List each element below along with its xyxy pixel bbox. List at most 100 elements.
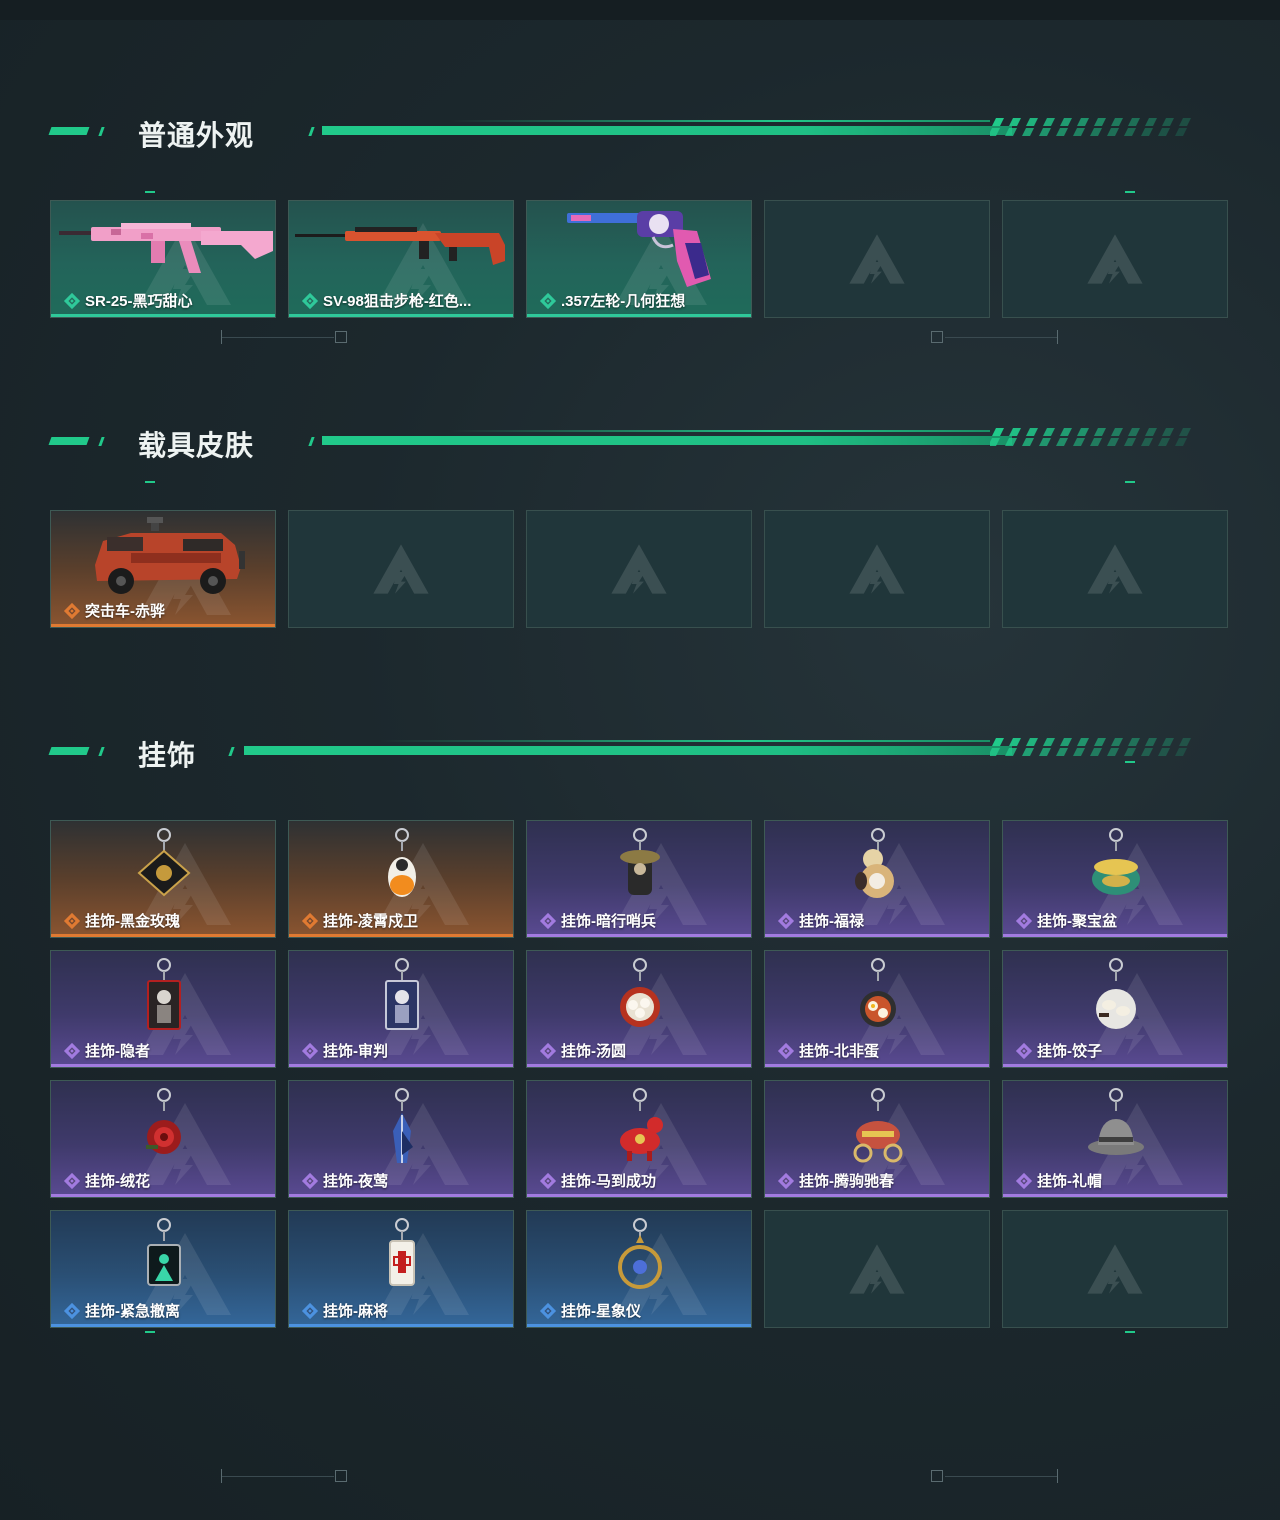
tangyuan-charm-icon [620,958,660,1027]
deco-dash [1125,481,1135,483]
item-label: 挂饰-审判 [301,1040,388,1061]
item-name: 挂饰-礼帽 [1037,1173,1102,1190]
item-label: 挂饰-黑金玫瑰 [63,910,180,931]
empty-slot[interactable] [526,510,752,628]
empty-slot[interactable] [288,510,514,628]
item-name: 挂饰-夜莺 [323,1173,388,1190]
logo-watermark-icon [1087,1244,1143,1294]
deco-line [222,337,334,338]
empty-slot[interactable] [764,510,990,628]
item-card[interactable]: 挂饰-星象仪 [526,1210,752,1328]
item-label: SV-98狙击步枪-红色... [301,290,471,311]
item-card[interactable]: 挂饰-礼帽 [1002,1080,1228,1198]
empty-slot[interactable] [764,1210,990,1328]
header-accent [450,430,990,432]
rarity-icon [301,1042,319,1059]
item-label: 挂饰-绒花 [63,1170,150,1191]
item-label: 挂饰-汤圆 [539,1040,626,1061]
header-bar [322,436,1012,445]
rarity-bar [527,1064,751,1067]
black-gold-rose-charm-icon [137,828,191,897]
deco-dash [1125,191,1135,193]
item-card[interactable]: .357左轮-几何狂想 [526,200,752,318]
item-card[interactable]: 挂饰-绒花 [50,1080,276,1198]
rarity-icon [539,1042,557,1059]
rarity-icon [63,1302,81,1319]
astrolabe-charm-icon [618,1218,662,1289]
rarity-bar [765,1194,989,1197]
section-title: 普通外观 [138,120,255,151]
item-card[interactable]: 挂饰-福禄 [764,820,990,938]
shakshuka-charm-icon [860,958,896,1027]
hermit-card-charm-icon [147,958,181,1030]
item-label: SR-25-黑巧甜心 [63,290,193,311]
item-card[interactable]: 挂饰-暗行哨兵 [526,820,752,938]
rarity-icon [539,912,557,929]
item-card[interactable]: 挂饰-汤圆 [526,950,752,1068]
top-bar [0,0,1280,20]
rarity-icon [539,1172,557,1189]
deco-tick [221,330,222,344]
item-card[interactable]: 挂饰-腾驹驰春 [764,1080,990,1198]
rarity-bar [51,1064,275,1067]
item-label: 挂饰-紧急撤离 [63,1300,180,1321]
section-title: 挂饰 [138,740,197,771]
item-card[interactable]: 挂饰-麻将 [288,1210,514,1328]
item-name: 挂饰-隐者 [85,1043,150,1060]
item-card[interactable]: 挂饰-夜莺 [288,1080,514,1198]
rarity-bar [765,934,989,937]
item-name: 挂饰-北非蛋 [799,1043,879,1060]
empty-slot[interactable] [1002,200,1228,318]
rarity-bar [289,934,513,937]
velvet-flower-charm-icon [146,1088,181,1154]
pink-rifle-icon [59,223,273,273]
rarity-icon [777,912,795,929]
rarity-bar [1003,1194,1227,1197]
empty-slot[interactable] [1002,510,1228,628]
empty-slot[interactable] [764,200,990,318]
empty-slot[interactable] [1002,1210,1228,1328]
item-label: .357左轮-几何狂想 [539,290,685,311]
item-card[interactable]: SV-98狙击步枪-红色... [288,200,514,318]
item-card[interactable]: 挂饰-黑金玫瑰 [50,820,276,938]
rarity-bar [51,314,275,317]
rarity-icon [1015,1042,1033,1059]
item-label: 挂饰-聚宝盆 [1015,910,1117,931]
horse-charm-icon [620,1088,663,1161]
item-card[interactable]: 挂饰-紧急撤离 [50,1210,276,1328]
deco-line [945,337,1057,338]
item-label: 挂饰-夜莺 [301,1170,388,1191]
header-accent [48,747,90,755]
rarity-bar [527,934,751,937]
item-name: 挂饰-腾驹驰春 [799,1173,894,1190]
item-card[interactable]: 挂饰-北非蛋 [764,950,990,1068]
deco-square [931,1470,943,1482]
section-header-normal-skins: 普通外观 [48,116,1200,151]
item-card[interactable]: 挂饰-隐者 [50,950,276,1068]
rarity-bar [51,1194,275,1197]
header-accent [308,127,315,136]
item-card[interactable]: 突击车-赤骅 [50,510,276,628]
item-label: 挂饰-隐者 [63,1040,150,1061]
header-bar [244,746,1012,755]
deco-dash [145,481,155,483]
item-label: 突击车-赤骅 [63,600,165,621]
item-name: 挂饰-暗行哨兵 [561,913,656,930]
rarity-bar [1003,934,1227,937]
item-card[interactable]: 挂饰-凌霄戍卫 [288,820,514,938]
item-name: 挂饰-麻将 [323,1303,388,1320]
guardian-charm-icon [388,828,416,897]
rarity-bar [527,1324,751,1327]
item-card[interactable]: 挂饰-审判 [288,950,514,1068]
section-header-charms: 挂饰 [48,736,1200,771]
judgement-card-charm-icon [385,958,419,1030]
item-card[interactable]: SR-25-黑巧甜心 [50,200,276,318]
logo-watermark-icon [373,544,429,594]
header-accent [308,437,315,446]
rarity-bar [765,1064,989,1067]
item-card[interactable]: 挂饰-马到成功 [526,1080,752,1198]
logo-watermark-icon [849,544,905,594]
item-card[interactable]: 挂饰-饺子 [1002,950,1228,1068]
rarity-bar [289,314,513,317]
item-card[interactable]: 挂饰-聚宝盆 [1002,820,1228,938]
